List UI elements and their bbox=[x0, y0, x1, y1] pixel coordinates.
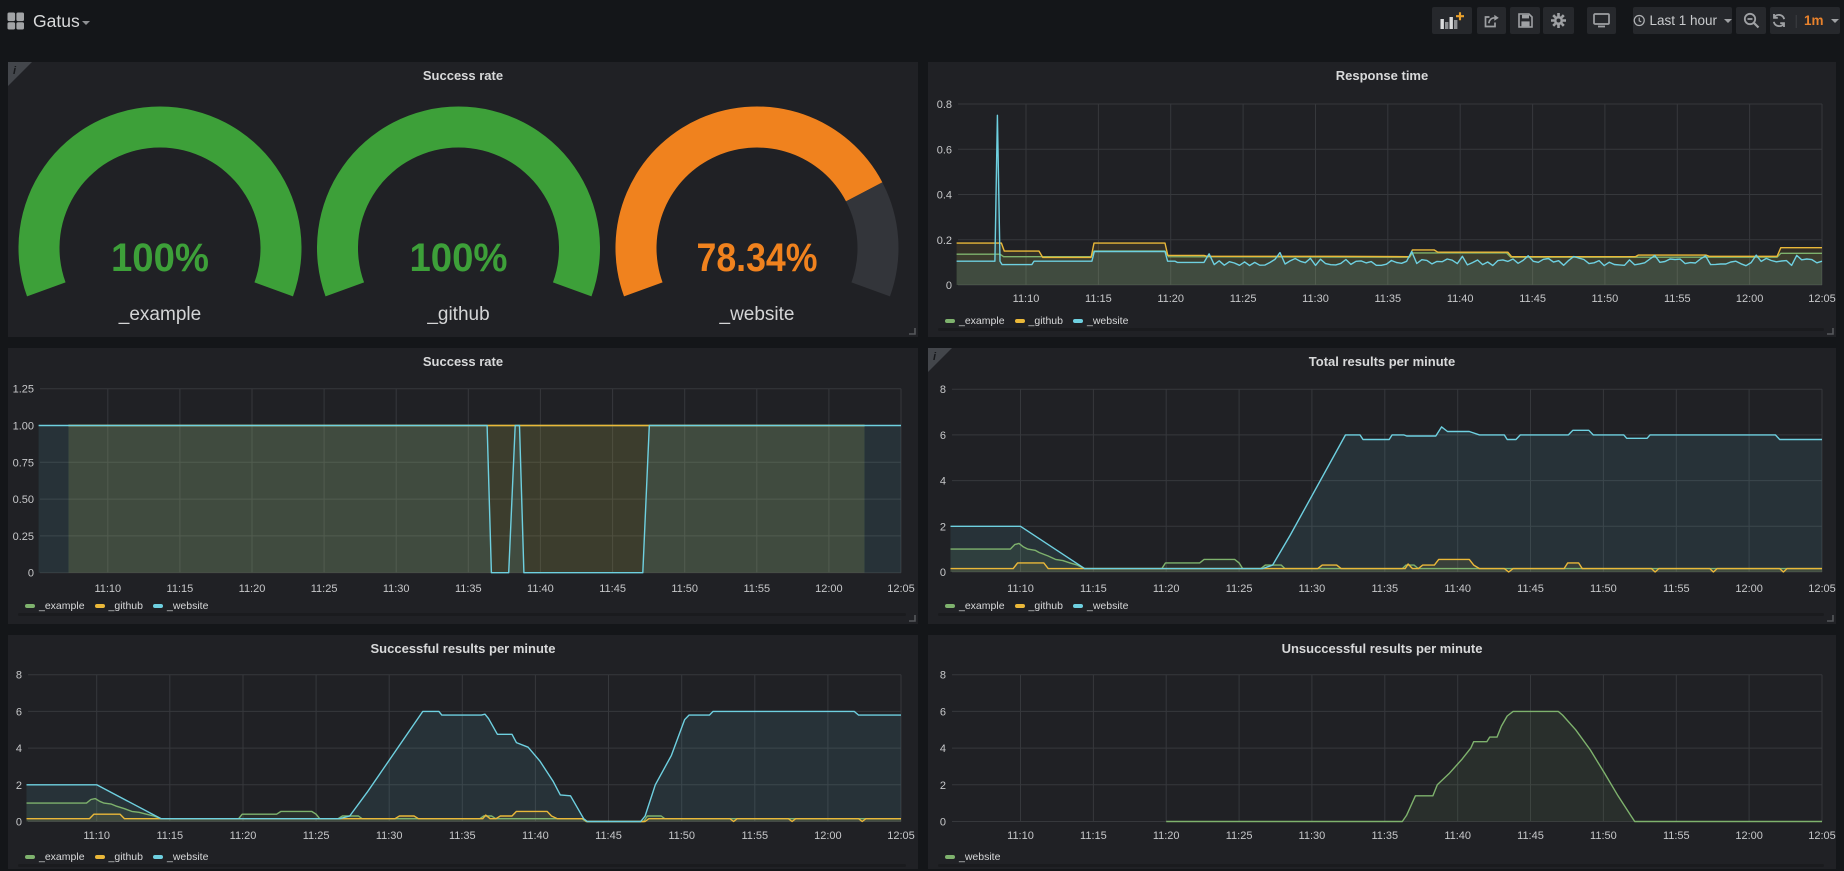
svg-text:0: 0 bbox=[940, 567, 946, 579]
svg-text:12:05: 12:05 bbox=[1808, 583, 1836, 595]
svg-text:6: 6 bbox=[940, 430, 946, 442]
svg-text:11:15: 11:15 bbox=[1085, 293, 1112, 305]
svg-text:11:20: 11:20 bbox=[1157, 293, 1184, 305]
svg-text:12:00: 12:00 bbox=[1735, 830, 1763, 842]
svg-text:11:30: 11:30 bbox=[1299, 583, 1326, 595]
svg-text:1.25: 1.25 bbox=[13, 384, 34, 396]
svg-text:12:05: 12:05 bbox=[1808, 830, 1836, 842]
svg-text:0: 0 bbox=[940, 817, 946, 829]
svg-text:11:50: 11:50 bbox=[1592, 293, 1619, 305]
svg-text:0.2: 0.2 bbox=[937, 235, 952, 247]
svg-text:11:15: 11:15 bbox=[156, 830, 183, 842]
svg-text:0: 0 bbox=[946, 280, 952, 292]
svg-text:0.25: 0.25 bbox=[13, 531, 34, 543]
svg-text:11:50: 11:50 bbox=[1590, 583, 1617, 595]
svg-text:4: 4 bbox=[16, 743, 22, 755]
svg-text:11:45: 11:45 bbox=[595, 830, 622, 842]
svg-text:0.6: 0.6 bbox=[937, 144, 952, 156]
svg-text:11:45: 11:45 bbox=[1517, 830, 1544, 842]
svg-text:12:00: 12:00 bbox=[815, 583, 843, 595]
svg-text:11:15: 11:15 bbox=[167, 583, 194, 595]
svg-text:2: 2 bbox=[16, 780, 22, 792]
svg-text:11:55: 11:55 bbox=[1663, 583, 1690, 595]
svg-text:11:30: 11:30 bbox=[1299, 830, 1326, 842]
svg-text:11:50: 11:50 bbox=[1590, 830, 1617, 842]
svg-text:11:20: 11:20 bbox=[239, 583, 266, 595]
svg-text:11:35: 11:35 bbox=[1371, 830, 1398, 842]
svg-text:0.50: 0.50 bbox=[13, 494, 34, 506]
svg-text:11:20: 11:20 bbox=[1153, 830, 1180, 842]
svg-text:11:30: 11:30 bbox=[383, 583, 410, 595]
svg-text:11:15: 11:15 bbox=[1080, 830, 1107, 842]
svg-text:11:35: 11:35 bbox=[449, 830, 476, 842]
svg-text:12:05: 12:05 bbox=[1808, 293, 1836, 305]
svg-text:_example: _example bbox=[118, 304, 201, 325]
svg-text:0.75: 0.75 bbox=[13, 457, 34, 469]
svg-text:1.00: 1.00 bbox=[13, 421, 34, 433]
svg-text:11:35: 11:35 bbox=[455, 583, 482, 595]
svg-text:11:25: 11:25 bbox=[1230, 293, 1257, 305]
svg-text:11:20: 11:20 bbox=[230, 830, 257, 842]
svg-text:11:55: 11:55 bbox=[741, 830, 768, 842]
svg-text:0.4: 0.4 bbox=[937, 190, 952, 202]
svg-text:11:40: 11:40 bbox=[1444, 583, 1471, 595]
svg-text:11:40: 11:40 bbox=[522, 830, 549, 842]
svg-text:12:05: 12:05 bbox=[887, 830, 915, 842]
svg-text:12:00: 12:00 bbox=[1735, 583, 1763, 595]
svg-text:6: 6 bbox=[940, 706, 946, 718]
svg-text:11:55: 11:55 bbox=[743, 583, 770, 595]
svg-text:0: 0 bbox=[16, 817, 22, 829]
svg-text:2: 2 bbox=[940, 780, 946, 792]
svg-text:11:40: 11:40 bbox=[1444, 830, 1471, 842]
svg-text:11:25: 11:25 bbox=[1226, 830, 1253, 842]
svg-text:12:05: 12:05 bbox=[887, 583, 915, 595]
svg-text:2: 2 bbox=[940, 521, 946, 533]
svg-text:11:10: 11:10 bbox=[83, 830, 110, 842]
svg-text:4: 4 bbox=[940, 743, 946, 755]
svg-text:0: 0 bbox=[28, 568, 34, 580]
svg-text:11:25: 11:25 bbox=[311, 583, 338, 595]
svg-text:11:40: 11:40 bbox=[527, 583, 554, 595]
svg-text:_github: _github bbox=[426, 304, 489, 325]
svg-text:12:00: 12:00 bbox=[814, 830, 842, 842]
svg-text:11:35: 11:35 bbox=[1371, 583, 1398, 595]
svg-text:11:50: 11:50 bbox=[668, 830, 695, 842]
svg-text:8: 8 bbox=[940, 384, 946, 396]
svg-text:11:55: 11:55 bbox=[1664, 293, 1691, 305]
svg-text:6: 6 bbox=[16, 706, 22, 718]
svg-text:4: 4 bbox=[940, 476, 946, 488]
svg-text:8: 8 bbox=[940, 670, 946, 682]
svg-text:11:45: 11:45 bbox=[1517, 583, 1544, 595]
svg-text:11:35: 11:35 bbox=[1374, 293, 1401, 305]
svg-text:11:50: 11:50 bbox=[671, 583, 698, 595]
svg-text:11:40: 11:40 bbox=[1447, 293, 1474, 305]
svg-text:11:55: 11:55 bbox=[1663, 830, 1690, 842]
svg-text:12:00: 12:00 bbox=[1736, 293, 1764, 305]
svg-text:11:20: 11:20 bbox=[1153, 583, 1180, 595]
svg-text:_website: _website bbox=[719, 304, 795, 325]
svg-text:78.34%: 78.34% bbox=[697, 236, 818, 280]
svg-text:100%: 100% bbox=[111, 236, 209, 280]
svg-text:11:10: 11:10 bbox=[94, 583, 121, 595]
svg-text:11:25: 11:25 bbox=[1226, 583, 1253, 595]
svg-text:11:30: 11:30 bbox=[376, 830, 403, 842]
svg-text:11:30: 11:30 bbox=[1302, 293, 1329, 305]
svg-text:11:15: 11:15 bbox=[1080, 583, 1107, 595]
svg-text:11:45: 11:45 bbox=[1519, 293, 1546, 305]
svg-text:11:10: 11:10 bbox=[1013, 293, 1040, 305]
svg-text:11:25: 11:25 bbox=[303, 830, 330, 842]
svg-text:0.8: 0.8 bbox=[937, 99, 952, 111]
svg-text:11:10: 11:10 bbox=[1007, 583, 1034, 595]
svg-text:8: 8 bbox=[16, 670, 22, 682]
svg-text:100%: 100% bbox=[410, 236, 508, 280]
svg-text:11:45: 11:45 bbox=[599, 583, 626, 595]
svg-text:11:10: 11:10 bbox=[1007, 830, 1034, 842]
